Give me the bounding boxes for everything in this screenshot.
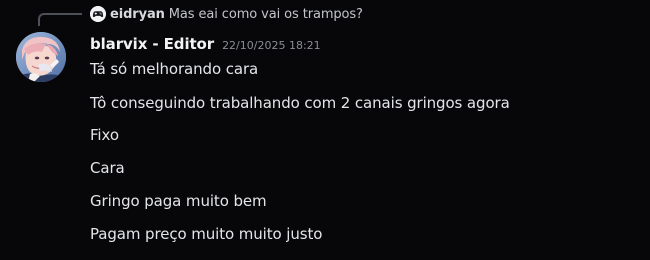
author-name[interactable]: blarvix - Editor (90, 35, 214, 53)
message-line-6: Pagam preço muito muito justo (90, 225, 323, 243)
reply-spine (38, 13, 82, 26)
message-line-1: Tá só melhorando cara (90, 60, 259, 78)
reply-avatar[interactable] (90, 6, 106, 22)
message-timestamp[interactable]: 22/10/2025 18:21 (222, 39, 321, 52)
anime-avatar-icon (16, 32, 66, 82)
message-line-3: Fixo (90, 126, 119, 144)
reply-text[interactable]: Mas eai como vai os trampos? (169, 7, 363, 22)
message-line-4: Cara (90, 159, 125, 177)
game-controller-icon (90, 6, 106, 22)
message-line-5: Gringo paga muito bem (90, 192, 267, 210)
message-header: blarvix - Editor 22/10/2025 18:21 (90, 35, 321, 55)
chat-message-group: eidryan Mas eai como vai os trampos? bla… (0, 0, 650, 260)
reply-username[interactable]: eidryan (110, 7, 165, 22)
reply-preview[interactable]: eidryan Mas eai como vai os trampos? (90, 4, 363, 24)
avatar[interactable] (16, 32, 66, 82)
message-line-2: Tô conseguindo trabalhando com 2 canais … (90, 94, 510, 112)
